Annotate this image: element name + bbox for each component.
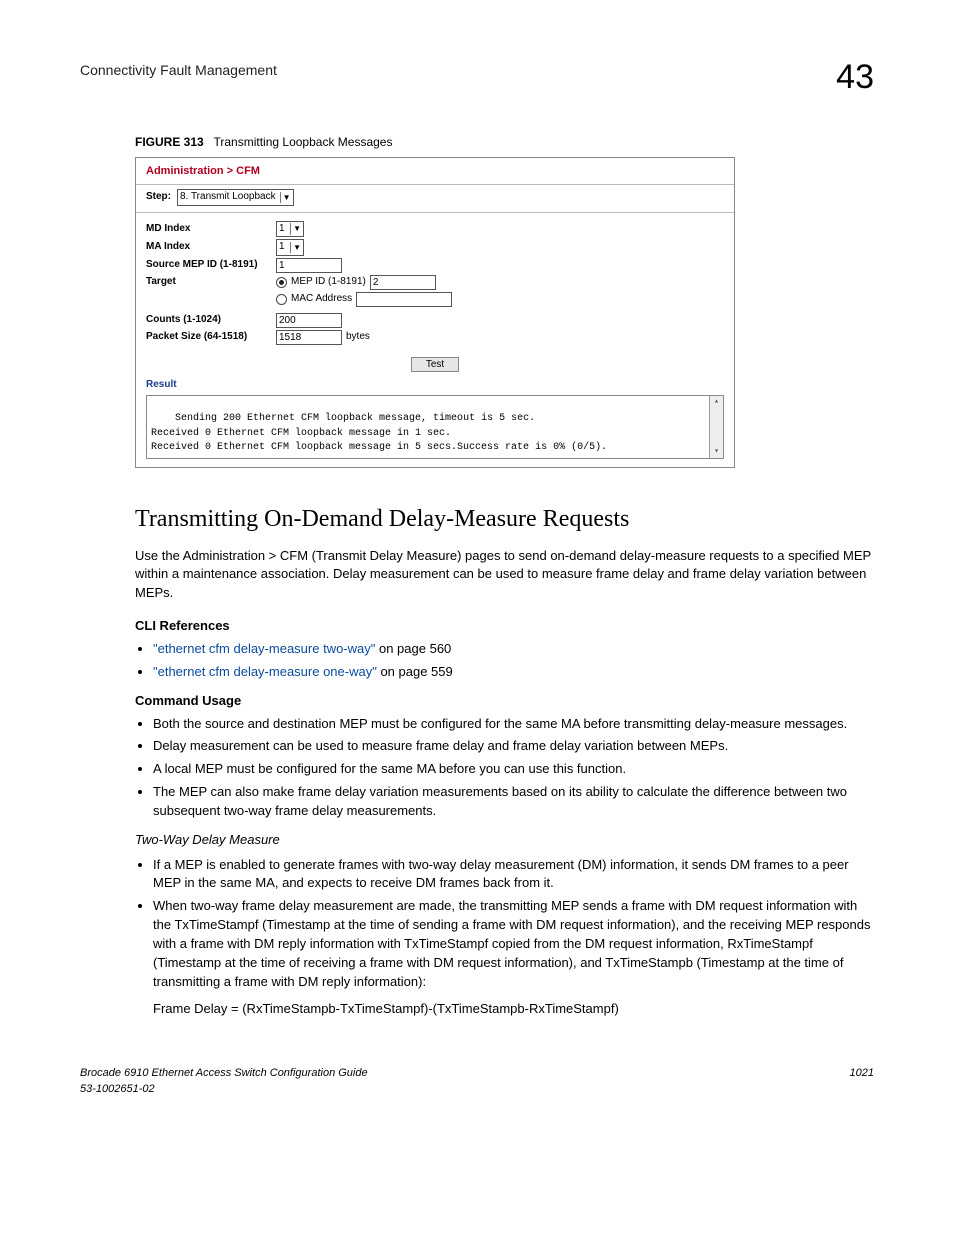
footer-left: Brocade 6910 Ethernet Access Switch Conf…	[80, 1066, 368, 1098]
list-item: Delay measurement can be used to measure…	[153, 737, 874, 756]
result-box: Sending 200 Ethernet CFM loopback messag…	[146, 395, 724, 459]
page-footer: Brocade 6910 Ethernet Access Switch Conf…	[80, 1066, 874, 1098]
scroll-up-icon[interactable]: ▴	[710, 396, 723, 408]
source-mep-input[interactable]: 1	[276, 258, 342, 273]
list-item: When two-way frame delay measurement are…	[153, 897, 874, 1018]
command-usage-head: Command Usage	[135, 692, 874, 711]
target-mepid-input[interactable]: 2	[370, 275, 436, 290]
two-way-list: If a MEP is enabled to generate frames w…	[135, 856, 874, 1019]
list-item: If a MEP is enabled to generate frames w…	[153, 856, 874, 894]
target-mepid-radio[interactable]	[276, 277, 287, 288]
form-body: MD Index 1 ▼ MA Index 1 ▼ Source MEP ID …	[136, 213, 734, 351]
cli-references-head: CLI References	[135, 617, 874, 636]
packet-size-label: Packet Size (64-1518)	[146, 330, 276, 345]
test-button[interactable]: Test	[411, 357, 459, 372]
header-chapter-number: 43	[836, 60, 874, 94]
ma-index-label: MA Index	[146, 240, 276, 255]
target-mac-radio[interactable]	[276, 294, 287, 305]
chevron-down-icon: ▼	[280, 192, 291, 204]
counts-label: Counts (1-1024)	[146, 313, 276, 328]
section-intro: Use the Administration > CFM (Transmit D…	[135, 547, 874, 604]
list-item: "ethernet cfm delay-measure two-way" on …	[153, 640, 874, 659]
chevron-down-icon: ▼	[290, 223, 301, 235]
two-way-head: Two-Way Delay Measure	[135, 831, 874, 850]
packet-size-unit: bytes	[346, 330, 370, 345]
target-mepid-label: MEP ID (1-8191)	[291, 275, 366, 290]
md-index-select[interactable]: 1 ▼	[276, 221, 304, 238]
source-mep-label: Source MEP ID (1-8191)	[146, 258, 276, 273]
target-label: Target	[146, 275, 276, 290]
cli-references-list: "ethernet cfm delay-measure two-way" on …	[135, 640, 874, 682]
ma-index-select[interactable]: 1 ▼	[276, 239, 304, 256]
list-item: A local MEP must be configured for the s…	[153, 760, 874, 779]
scroll-down-icon[interactable]: ▾	[710, 446, 723, 458]
figure-title: Transmitting Loopback Messages	[214, 135, 393, 149]
command-usage-list: Both the source and destination MEP must…	[135, 715, 874, 821]
step-row: Step: 8. Transmit Loopback ▼	[136, 185, 734, 213]
figure-screenshot: Administration > CFM Step: 8. Transmit L…	[135, 157, 735, 467]
section-title: Transmitting On-Demand Delay-Measure Req…	[135, 502, 874, 537]
result-label: Result	[136, 378, 734, 393]
figure-caption: FIGURE 313 Transmitting Loopback Message…	[135, 134, 874, 151]
list-item: Both the source and destination MEP must…	[153, 715, 874, 734]
target-mac-label: MAC Address	[291, 292, 352, 307]
breadcrumb: Administration > CFM	[136, 158, 734, 185]
target-mac-input[interactable]	[356, 292, 452, 307]
result-text: Sending 200 Ethernet CFM loopback messag…	[151, 413, 607, 453]
packet-size-input[interactable]: 1518	[276, 330, 342, 345]
footer-page-number: 1021	[850, 1066, 874, 1098]
step-select-value: 8. Transmit Loopback	[180, 190, 276, 205]
figure-label: FIGURE 313	[135, 135, 204, 149]
header-section-title: Connectivity Fault Management	[80, 60, 277, 80]
md-index-label: MD Index	[146, 222, 276, 237]
chevron-down-icon: ▼	[290, 242, 301, 254]
cli-link[interactable]: "ethernet cfm delay-measure one-way"	[153, 664, 377, 679]
test-row: Test	[136, 351, 734, 379]
list-item: The MEP can also make frame delay variat…	[153, 783, 874, 821]
page-header: Connectivity Fault Management 43	[80, 60, 874, 94]
counts-input[interactable]: 200	[276, 313, 342, 328]
step-select[interactable]: 8. Transmit Loopback ▼	[177, 189, 294, 206]
step-label: Step:	[146, 190, 171, 205]
list-item: "ethernet cfm delay-measure one-way" on …	[153, 663, 874, 682]
frame-delay-formula: Frame Delay = (RxTimeStampb-TxTimeStampf…	[153, 1000, 874, 1019]
scrollbar[interactable]: ▴▾	[709, 396, 723, 458]
cli-link[interactable]: "ethernet cfm delay-measure two-way"	[153, 641, 375, 656]
